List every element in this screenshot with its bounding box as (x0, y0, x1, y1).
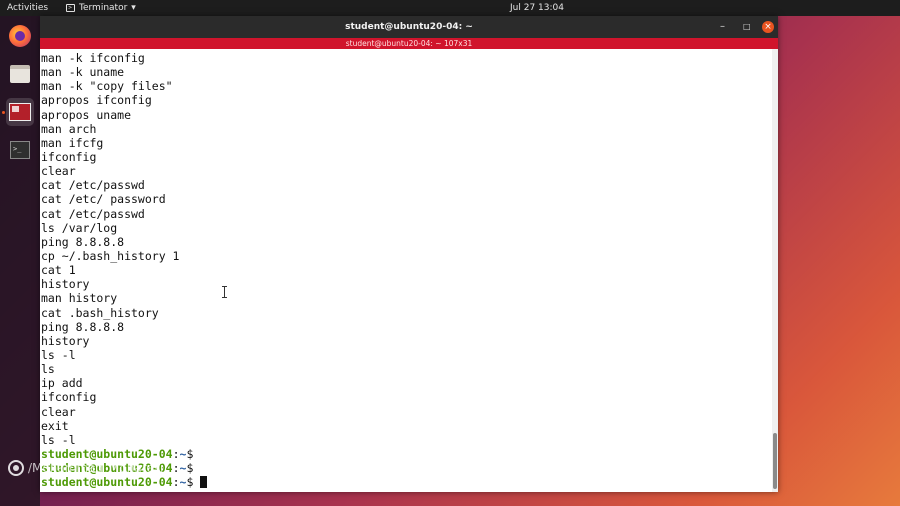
output-line: ifconfig (41, 390, 97, 405)
window-titlebar[interactable]: student@ubuntu20-04: ~ – □ × (40, 16, 778, 38)
output-line: clear (41, 164, 76, 179)
top-bar: Activities > Terminator ▾ Jul 27 13:04 (0, 0, 900, 16)
output-line: history (41, 333, 90, 348)
film-reel-icon (8, 460, 24, 476)
chevron-down-icon: ▾ (131, 3, 136, 13)
prompt-symbol: $ (186, 475, 194, 490)
output-line: cat .bash_history (41, 305, 159, 320)
terminal-titlebar: student@ubuntu20-04: ~ 107x31 (40, 38, 778, 49)
text-select-cursor-icon (222, 286, 227, 298)
output-line: exit (41, 418, 69, 433)
terminal-window[interactable]: student@ubuntu20-04: ~ – □ × student@ubu… (40, 16, 778, 492)
clock[interactable]: Jul 27 13:04 (510, 0, 564, 16)
dock-item-files[interactable] (6, 60, 34, 88)
terminal-scrollbar[interactable] (772, 49, 778, 492)
terminal-icon: >_ (10, 141, 30, 159)
output-line: man arch (41, 121, 97, 136)
window-title: student@ubuntu20-04: ~ (345, 22, 473, 32)
prompt-separator: : (172, 475, 180, 490)
output-line: ls -l (41, 347, 76, 362)
output-line: clear (41, 404, 76, 419)
maximize-button[interactable]: □ (743, 16, 751, 38)
prompt-separator: : (172, 446, 180, 461)
dock-item-terminal[interactable]: >_ (6, 136, 34, 164)
output-line: man -k ifconfig (41, 51, 145, 65)
output-line: cat /etc/passwd (41, 178, 145, 193)
prompt-symbol: $ (186, 446, 194, 461)
output-line: cat 1 (41, 263, 76, 278)
output-line: man -k uname (41, 65, 125, 80)
prompt-symbol: $ (186, 461, 194, 476)
watermark-text: /Mohammad_Moharesi (28, 461, 164, 475)
prompt-separator: : (172, 461, 180, 476)
terminator-icon (9, 103, 31, 121)
terminal-lines: man -k ifconfig man -k uname man -k "cop… (41, 51, 208, 490)
text-cursor (200, 476, 208, 489)
terminal-body[interactable]: man -k ifconfig man -k uname man -k "cop… (40, 49, 772, 492)
minimize-button[interactable]: – (720, 16, 725, 38)
output-line: man history (41, 291, 118, 306)
activities-button[interactable]: Activities (7, 0, 48, 16)
dock-item-firefox[interactable] (6, 22, 34, 50)
app-menu-label: Terminator (79, 3, 128, 13)
output-line: history (41, 277, 90, 292)
output-line: cat /etc/passwd (41, 206, 145, 221)
dock: >_ (0, 16, 40, 506)
output-line: apropos uname (41, 107, 132, 122)
terminal-small-icon: > (66, 4, 75, 12)
output-line: ifconfig (41, 149, 97, 164)
output-line: ls (41, 362, 55, 377)
app-menu[interactable]: > Terminator ▾ (66, 0, 136, 16)
close-button[interactable]: × (762, 21, 774, 33)
output-line: ping 8.8.8.8 (41, 234, 125, 249)
output-line: cp ~/.bash_history 1 (41, 248, 180, 263)
output-line: cat /etc/ password (41, 192, 166, 207)
output-line: ip add (41, 376, 83, 391)
output-line: man -k "copy files" (41, 79, 173, 94)
running-indicator (2, 111, 5, 114)
output-line: apropos ifconfig (41, 93, 152, 108)
dock-item-terminator[interactable] (6, 98, 34, 126)
scrollbar-thumb[interactable] (773, 433, 777, 489)
firefox-icon (9, 25, 31, 47)
output-line: ls -l (41, 432, 76, 447)
output-line: ping 8.8.8.8 (41, 319, 125, 334)
output-line: man ifcfg (41, 135, 104, 150)
files-icon (10, 65, 30, 83)
watermark: /Mohammad_Moharesi (8, 458, 163, 478)
output-line: ls /var/log (41, 220, 118, 235)
